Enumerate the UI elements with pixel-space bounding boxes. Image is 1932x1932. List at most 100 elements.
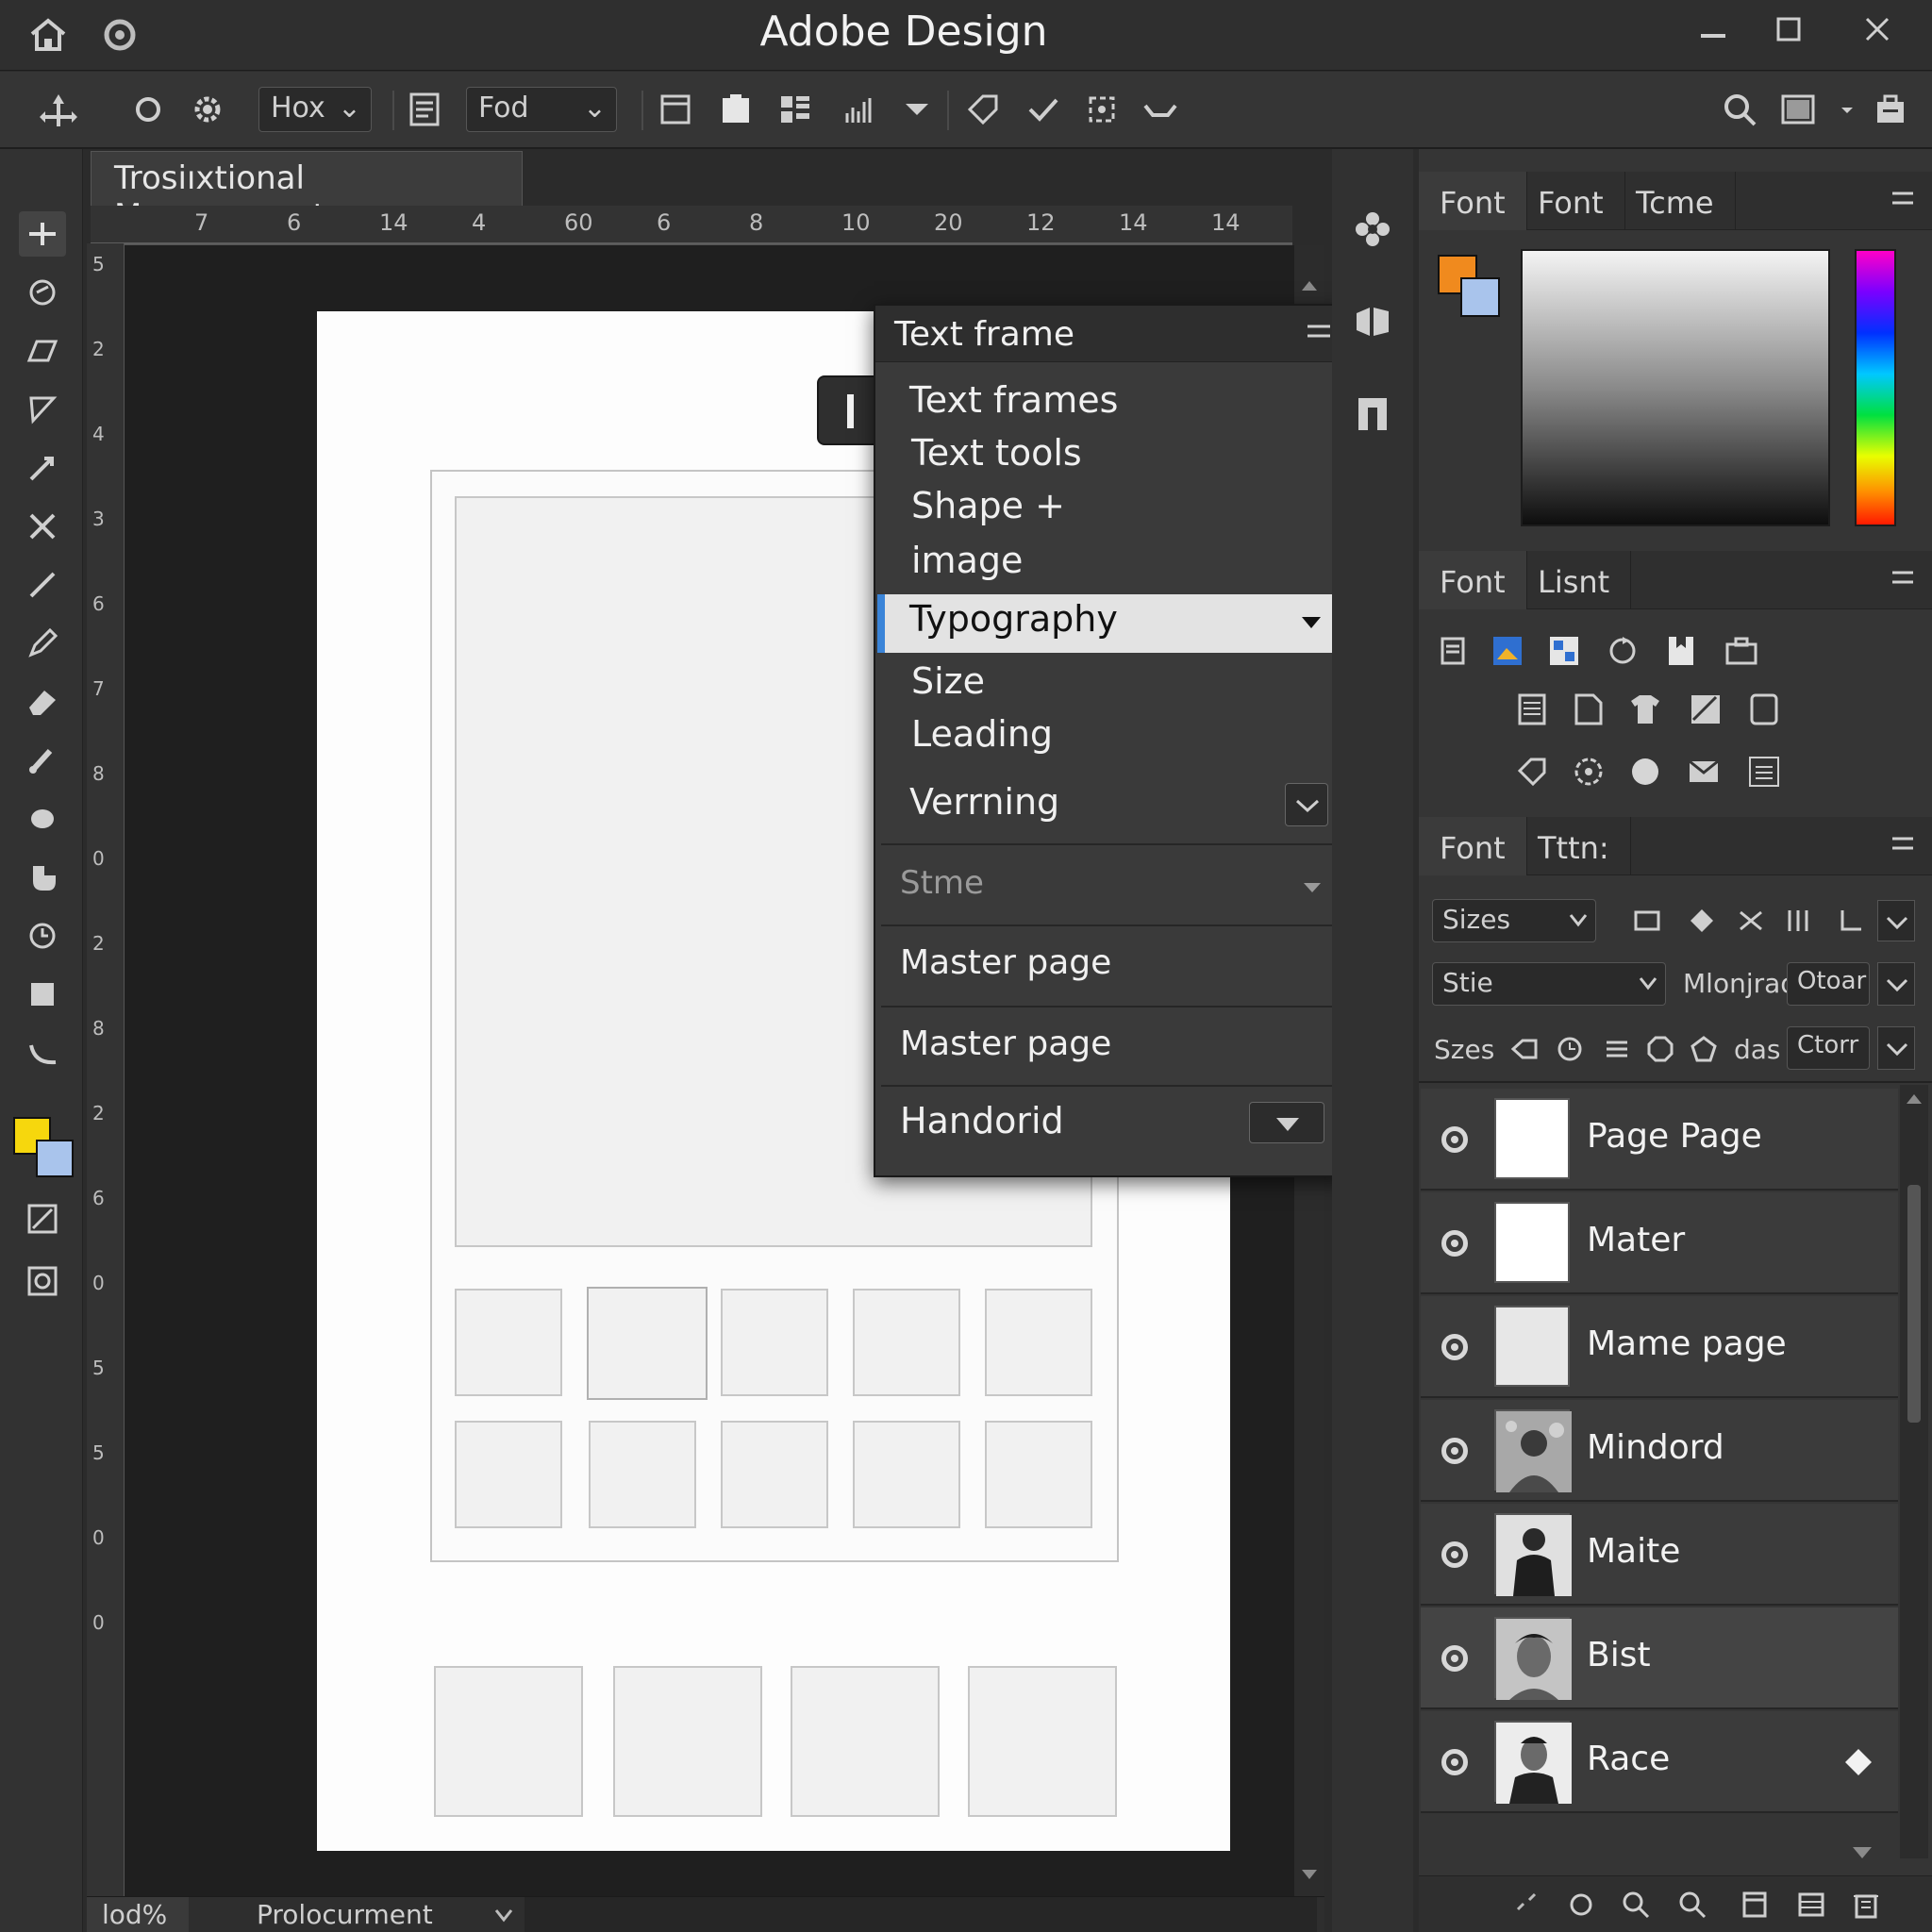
fod-dropdown[interactable]: Fod ⌄ [466,87,617,132]
corner-icon[interactable] [1832,902,1870,940]
blob-tool-icon[interactable] [19,796,66,841]
page-tool-icon[interactable] [19,328,66,374]
menu-item-master-page-2[interactable]: Master page [900,1024,1111,1063]
horizontal-scrollbar[interactable] [525,1897,1317,1932]
menu-item-typography[interactable]: Typography [909,598,1118,640]
shirt-icon[interactable] [1626,691,1664,728]
shuffle-icon[interactable] [1732,902,1770,940]
grid-frame[interactable] [589,1421,696,1528]
octagon-icon[interactable] [1641,1030,1679,1068]
visibility-eye-icon[interactable] [1441,1230,1468,1257]
move-tool-icon[interactable] [38,89,79,130]
visibility-eye-icon[interactable] [1441,1126,1468,1153]
columns-icon[interactable] [1779,902,1817,940]
preview-mode-icon[interactable] [19,1258,66,1304]
layer-row[interactable]: Mindord [1421,1400,1898,1502]
menu-item-size[interactable]: Size [911,660,985,702]
grid-frame[interactable] [721,1421,828,1528]
visibility-eye-icon[interactable] [1441,1749,1468,1775]
type-tool-icon[interactable] [19,387,66,432]
text-wrap-icon[interactable] [1436,632,1474,670]
refresh-icon[interactable] [1604,632,1641,670]
ellipse-icon[interactable] [127,89,169,130]
rectangle-tool-icon[interactable] [19,972,66,1017]
minimize-button[interactable] [1676,4,1750,55]
options-dropdown-button[interactable] [1877,900,1915,941]
new-page-icon[interactable] [1736,1886,1774,1924]
sizes-dropdown[interactable]: Sizes [1432,899,1596,942]
visibility-eye-icon[interactable] [1441,1334,1468,1360]
color-picker-field[interactable] [1521,249,1830,526]
menu-item-stme[interactable]: Stme [900,864,984,902]
apply-none-icon[interactable] [19,1196,66,1241]
layer-row[interactable]: Page Page [1421,1089,1898,1191]
maximize-button[interactable] [1752,4,1825,55]
chart-icon[interactable] [840,89,881,130]
chevron-down-icon[interactable] [494,1908,513,1924]
frame-icon[interactable] [1745,691,1783,728]
zoom-icon[interactable] [1674,1886,1711,1924]
library-icon[interactable] [1351,392,1394,440]
pentagon-icon[interactable] [1685,1030,1723,1068]
handorid-dropdown-button[interactable] [1249,1102,1324,1143]
layers-scrollbar[interactable] [1900,1085,1928,1858]
curve-tool-icon[interactable] [19,1030,66,1075]
layer-row[interactable]: Race [1421,1711,1898,1813]
visibility-eye-icon[interactable] [1441,1438,1468,1464]
ctorr-dropdown-button[interactable] [1877,1026,1915,1070]
flower-icon[interactable] [1351,208,1394,255]
share-icon[interactable] [1870,89,1911,130]
bottom-frame[interactable] [613,1666,762,1817]
otoar-dropdown-button[interactable] [1877,962,1915,1006]
menu-item-handorid[interactable]: Handorid [900,1100,1064,1141]
list-doc-icon[interactable] [1513,691,1551,728]
pen-tool-icon[interactable] [19,445,66,491]
menu-options-icon[interactable] [1306,321,1332,347]
visibility-eye-icon[interactable] [1441,1541,1468,1568]
layer-row[interactable]: Mame page [1421,1296,1898,1398]
panel-menu-icon[interactable] [1890,830,1915,863]
tag-icon[interactable] [962,89,1004,130]
delete-icon[interactable] [1847,1886,1885,1924]
grid-frame[interactable] [985,1421,1092,1528]
menu-item-shape[interactable]: Shape + [911,485,1065,526]
zoom-field[interactable]: lod% [87,1897,189,1932]
bottom-frame[interactable] [434,1666,583,1817]
tab-font[interactable]: Font [1419,551,1527,609]
eraser-tool-icon[interactable] [19,679,66,724]
image-edit-icon[interactable] [1687,691,1724,728]
pencil-tool-icon[interactable] [19,621,66,666]
briefcase-icon[interactable] [1723,632,1760,670]
tab-font[interactable]: Font [1419,172,1527,230]
grid-frame[interactable] [853,1289,960,1396]
scroll-down-icon[interactable] [1300,1864,1319,1883]
grid-frame-selected[interactable] [587,1287,708,1400]
new-layer-icon[interactable] [1792,1886,1830,1924]
grid-frame[interactable] [985,1289,1092,1396]
selection-tool-icon[interactable] [19,211,66,257]
scrollbar-thumb[interactable] [1907,1185,1921,1423]
menu-item-leading[interactable]: Leading [911,713,1053,755]
bottom-frame[interactable] [968,1666,1117,1817]
transform-icon[interactable] [1081,89,1123,130]
tag-icon[interactable] [1506,1030,1543,1068]
pages-icon[interactable] [1351,300,1394,347]
grid-frame[interactable] [721,1289,828,1396]
menu-item-image[interactable]: image [911,540,1023,581]
menu-item-text-tools[interactable]: Text tools [911,432,1082,474]
grid-frame[interactable] [853,1421,960,1528]
rectangle-icon[interactable] [1628,902,1666,940]
hox-dropdown[interactable]: Hox ⌄ [258,87,372,132]
rotate-tool-icon[interactable] [19,913,66,958]
scissors-icon[interactable] [19,504,66,549]
screen-mode-icon[interactable] [1777,89,1819,130]
layer-row[interactable]: Maite [1421,1504,1898,1606]
grid-frame[interactable] [455,1289,562,1396]
bottom-frame[interactable] [791,1666,940,1817]
ctorr-field[interactable]: Ctorr [1787,1026,1870,1070]
tab-lisnt[interactable]: Lisnt [1517,551,1632,609]
menu-item-master-page[interactable]: Master page [900,943,1111,982]
search-icon[interactable] [1719,89,1760,130]
diamond-icon[interactable] [1683,902,1721,940]
document-tab[interactable]: Trosiıxtional Management [91,151,523,235]
